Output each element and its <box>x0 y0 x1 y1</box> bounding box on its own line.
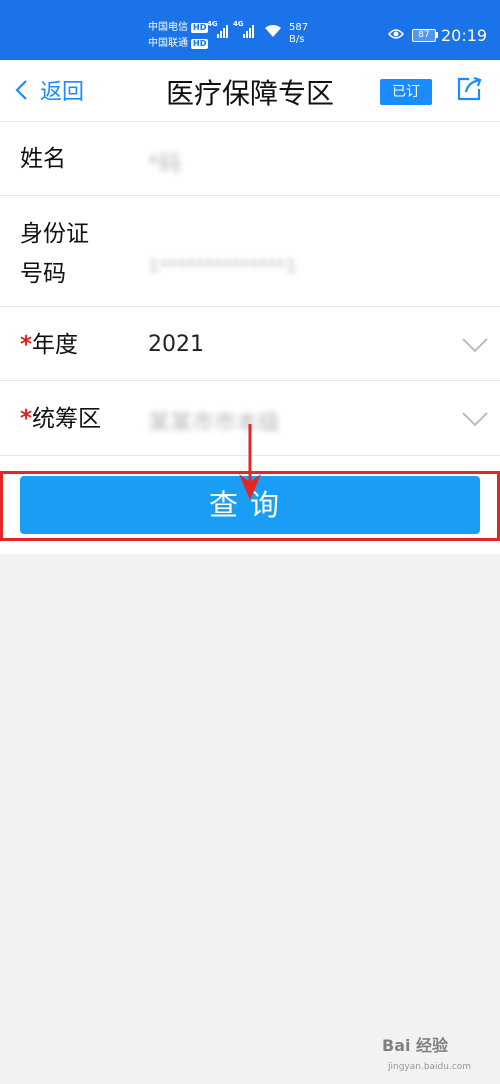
carrier-2: 中国联通 <box>148 38 188 49</box>
battery-icon: 87 <box>412 29 436 42</box>
year-label: *年度 <box>20 332 79 358</box>
subscribed-button[interactable]: 已订 <box>380 79 432 105</box>
required-mark: * <box>20 406 33 432</box>
status-bar: 中国电信 HD 中国联通 HD 4G 4G 587 B/s 87 20:19 <box>0 0 500 60</box>
id-row: 身份证 号码 1**************1 <box>0 196 500 307</box>
clock: 20:19 <box>441 26 488 45</box>
arrow-down-icon <box>239 424 261 500</box>
year-row[interactable]: *年度 2021 <box>0 307 500 381</box>
name-field[interactable]: *码 <box>148 146 181 178</box>
id-number-field[interactable]: 1**************1 <box>148 256 297 277</box>
name-label: 姓名 <box>20 146 66 172</box>
battery-nub <box>436 32 438 38</box>
eye-comfort-icon <box>388 29 404 39</box>
signal-indicators: 4G 4G <box>207 20 282 38</box>
signal-icon: 4G <box>233 20 254 38</box>
wifi-icon <box>265 24 281 37</box>
carrier-1: 中国电信 <box>148 22 188 33</box>
hd-badge: HD <box>191 39 209 49</box>
region-label: *统筹区 <box>20 406 102 432</box>
chevron-down-icon[interactable] <box>462 411 488 427</box>
required-mark: * <box>20 332 33 358</box>
chevron-down-icon[interactable] <box>462 337 488 353</box>
share-icon[interactable] <box>455 75 483 103</box>
id-label: 身份证 号码 <box>20 221 89 287</box>
carrier-info: 中国电信 HD 中国联通 HD <box>148 20 209 52</box>
watermark-url: jingyan.baidu.com <box>388 1062 472 1072</box>
watermark: Bai 经验 <box>382 1036 449 1055</box>
nav-bar: 返回 医疗保障专区 已订 <box>0 60 500 122</box>
year-select[interactable]: 2021 <box>148 332 204 357</box>
net-speed: 587 B/s <box>289 22 309 45</box>
name-row: 姓名 *码 <box>0 122 500 196</box>
hd-badge: HD <box>191 23 209 33</box>
signal-icon: 4G <box>207 20 228 38</box>
